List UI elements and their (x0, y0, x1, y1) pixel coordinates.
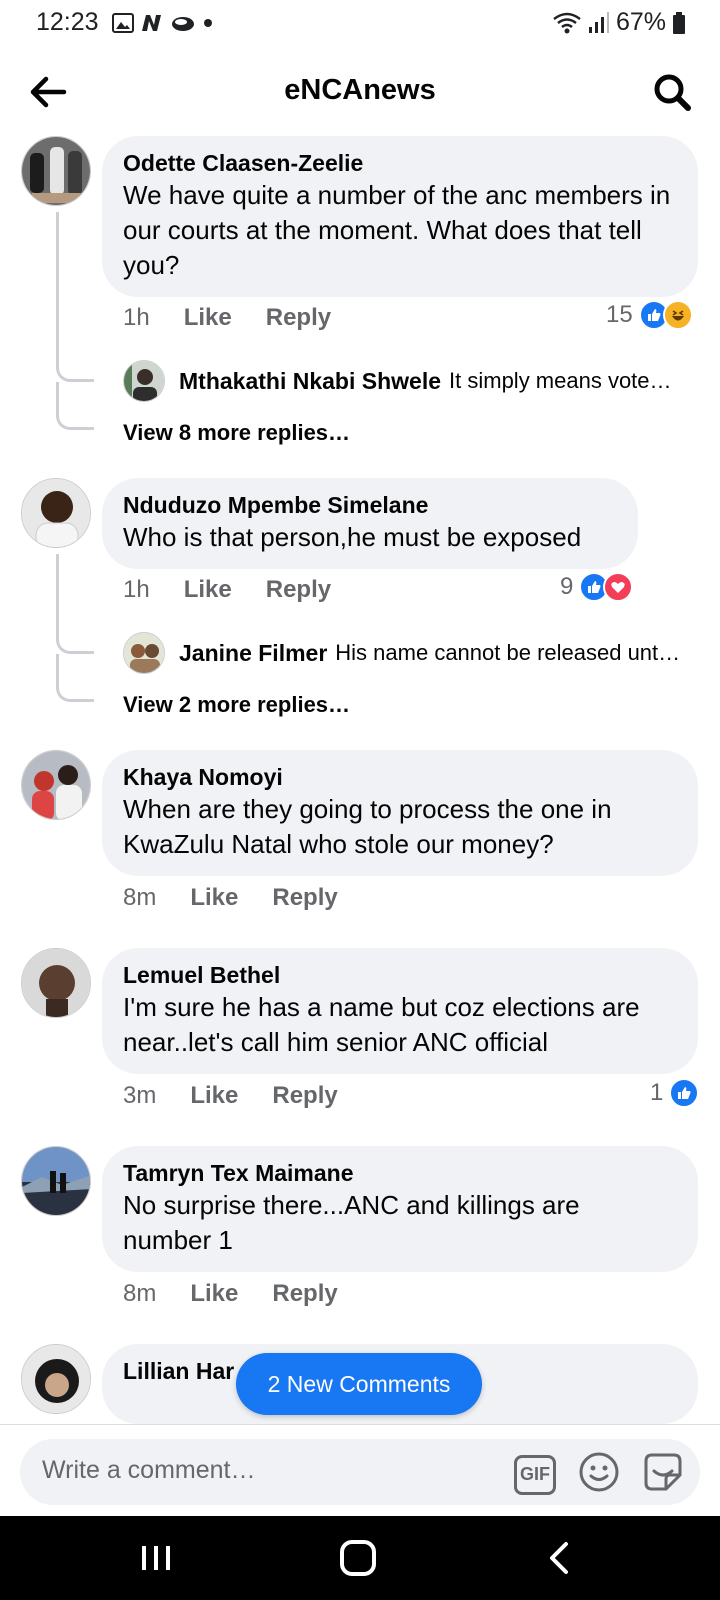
sticker-button[interactable] (642, 1451, 684, 1498)
app-header: eNCAnews (0, 56, 720, 128)
thread-line (56, 654, 94, 702)
composer-icons: GIF (514, 1451, 684, 1498)
recent-apps-icon (142, 1546, 170, 1570)
notification-icons (112, 10, 214, 36)
back-nav-button[interactable] (538, 1538, 582, 1578)
signal-icon (588, 11, 609, 33)
comment-author[interactable]: Lemuel Bethel (123, 960, 678, 990)
comment-actions: 3m Like Reply (123, 1082, 338, 1110)
composer-bar: Write a comment… GIF (0, 1424, 720, 1516)
reply-snippet: It simply means vote… (449, 368, 672, 393)
reaction-count: 1 (650, 1079, 664, 1106)
reply-button[interactable]: Reply (266, 576, 331, 604)
reply-author[interactable]: Mthakathi Nkabi Shwele (179, 368, 441, 395)
comment-text: We have quite a number of the anc member… (123, 180, 671, 280)
comment-bubble[interactable]: Nduduzo Mpembe Simelane Who is that pers… (102, 478, 638, 569)
emoji-button[interactable] (578, 1451, 620, 1498)
comment-text: I'm sure he has a name but coz elections… (123, 992, 640, 1057)
comment-input[interactable]: Write a comment… GIF (20, 1439, 700, 1505)
reply-preview[interactable]: Mthakathi Nkabi Shwele It simply means v… (123, 360, 672, 402)
search-button[interactable] (650, 70, 694, 114)
like-button[interactable]: Like (190, 884, 238, 912)
comment-actions: 8m Like Reply (123, 1280, 338, 1308)
comment-author[interactable]: Tamryn Tex Maimane (123, 1158, 678, 1188)
comment-time: 1h (123, 304, 150, 331)
haha-reaction-icon (662, 300, 693, 330)
comment-text: No surprise there...ANC and killings are… (123, 1190, 580, 1255)
comment-bubble[interactable]: Lemuel Bethel I'm sure he has a name but… (102, 948, 698, 1074)
reaction-count: 9 (560, 573, 574, 600)
comment-author[interactable]: Khaya Nomoyi (123, 762, 678, 792)
avatar[interactable] (21, 478, 91, 548)
gif-icon: GIF (520, 1464, 550, 1484)
recent-apps-button[interactable] (134, 1538, 178, 1578)
love-reaction-icon (603, 572, 634, 602)
view-more-replies[interactable]: View 8 more replies… (123, 420, 350, 446)
reactions[interactable]: 1 (650, 1078, 700, 1108)
avatar[interactable] (123, 632, 165, 674)
avatar[interactable] (21, 1146, 91, 1216)
comment-time: 8m (123, 1280, 157, 1307)
comment-time: 8m (123, 884, 157, 911)
comment-author[interactable]: Odette Claasen-Zeelie (123, 148, 678, 178)
n-notification-icon (142, 15, 161, 31)
page-title: eNCAnews (284, 74, 436, 106)
view-more-replies[interactable]: View 2 more replies… (123, 692, 350, 718)
reply-button[interactable]: Reply (266, 304, 331, 332)
comment-time: 3m (123, 1082, 157, 1109)
like-button[interactable]: Like (190, 1280, 238, 1308)
comment-text: When are they going to process the one i… (123, 794, 612, 859)
like-reaction-icon (669, 1078, 700, 1108)
reply-snippet: His name cannot be released unt… (335, 640, 681, 665)
emoji-icon (579, 1452, 619, 1492)
reaction-count: 15 (606, 301, 633, 328)
reactions[interactable]: 9 (560, 572, 634, 602)
like-button[interactable]: Like (184, 304, 232, 332)
status-bar: 12:23 67% (0, 0, 720, 46)
comment-input-placeholder: Write a comment… (42, 1456, 256, 1484)
reply-button[interactable]: Reply (272, 1082, 337, 1110)
comment-actions: 1h Like Reply (123, 576, 331, 604)
gallery-notification-icon (112, 13, 134, 33)
gif-button[interactable]: GIF (514, 1454, 556, 1495)
dot-notification-icon (204, 19, 212, 27)
new-comments-button[interactable]: 2 New Comments (236, 1353, 482, 1415)
avatar[interactable] (21, 948, 91, 1018)
home-icon (340, 1540, 376, 1576)
reply-button[interactable]: Reply (272, 1280, 337, 1308)
wifi-icon (553, 12, 581, 33)
comment-text: Who is that person,he must be exposed (123, 522, 582, 552)
reactions[interactable]: 15 (606, 300, 693, 330)
avatar[interactable] (21, 750, 91, 820)
chevron-left-icon (550, 1542, 568, 1574)
like-button[interactable]: Like (184, 576, 232, 604)
status-right: 67% (552, 8, 686, 37)
reply-button[interactable]: Reply (272, 884, 337, 912)
thread-line (56, 554, 94, 654)
comment-bubble[interactable]: Odette Claasen-Zeelie We have quite a nu… (102, 136, 698, 297)
comment-bubble[interactable]: Tamryn Tex Maimane No surprise there...A… (102, 1146, 698, 1272)
avatar[interactable] (21, 1344, 91, 1414)
comment-bubble[interactable]: Khaya Nomoyi When are they going to proc… (102, 750, 698, 876)
comment-actions: 1h Like Reply (123, 304, 331, 332)
status-time: 12:23 (36, 8, 99, 36)
battery-icon (673, 11, 685, 34)
thread-line (56, 212, 94, 382)
home-button[interactable] (336, 1538, 380, 1578)
comment-list: Odette Claasen-Zeelie We have quite a nu… (0, 136, 720, 1424)
sticker-icon (644, 1453, 682, 1491)
search-icon (654, 74, 691, 111)
avatar[interactable] (123, 360, 165, 402)
reply-preview[interactable]: Janine Filmer His name cannot be release… (123, 632, 680, 674)
comment-time: 1h (123, 576, 150, 603)
system-nav-bar (0, 1516, 720, 1600)
comment-author[interactable]: Nduduzo Mpembe Simelane (123, 490, 618, 520)
reply-author[interactable]: Janine Filmer (179, 640, 327, 667)
comment-actions: 8m Like Reply (123, 884, 338, 912)
battery-percent: 67% (615, 8, 666, 36)
thread-line (56, 382, 94, 430)
avatar[interactable] (21, 136, 91, 206)
cloud-notification-icon (172, 17, 194, 31)
like-button[interactable]: Like (190, 1082, 238, 1110)
